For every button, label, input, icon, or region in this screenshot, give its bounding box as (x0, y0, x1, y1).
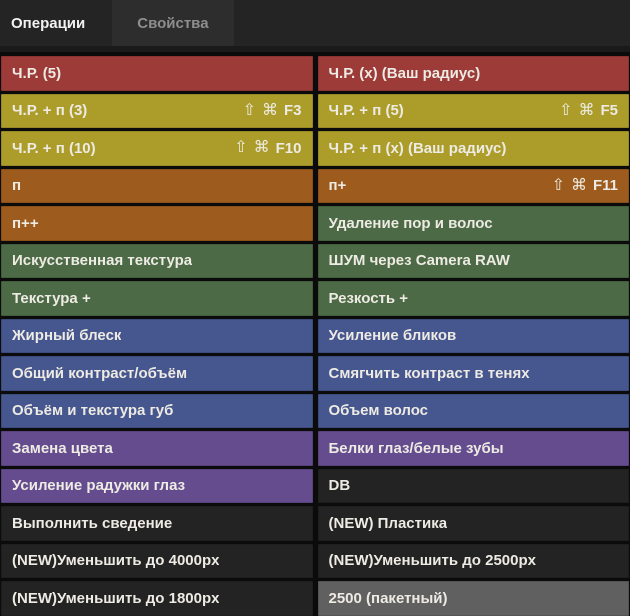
action-button[interactable]: Резкость + (318, 281, 630, 316)
action-label: Объем волос (329, 402, 429, 419)
action-label: Жирный блеск (12, 327, 121, 344)
action-label: Усиление радужки глаз (12, 477, 185, 494)
tab-properties[interactable]: Свойства (112, 0, 233, 46)
action-button[interactable]: Ч.Р. + п (5) ⇧ ⌘ F5 (318, 94, 630, 129)
action-label: Усиление бликов (329, 327, 457, 344)
action-label: Текстура + (12, 290, 91, 307)
action-label: 2500 (пакетный) (329, 590, 448, 607)
tab-bar: Операции Свойства (0, 0, 630, 46)
action-button[interactable]: п+ ⇧ ⌘ F11 (318, 169, 630, 204)
action-label: Объём и текстура губ (12, 402, 173, 419)
action-label: DB (329, 477, 351, 494)
shift-icon: ⇧ (559, 103, 572, 119)
shortcut-key: F11 (593, 177, 618, 194)
action-button[interactable]: (NEW) Пластика (318, 506, 630, 541)
action-button[interactable]: Усиление бликов (318, 319, 630, 354)
action-button[interactable]: Ч.Р. + п (10) ⇧ ⌘ F10 (1, 131, 313, 166)
action-button[interactable]: Ч.Р. (5) (1, 56, 313, 91)
action-label: Ч.Р. + п (x) (Ваш радиус) (329, 140, 507, 157)
action-label: Резкость + (329, 290, 409, 307)
action-label: ШУМ через Camera RAW (329, 252, 510, 269)
action-button[interactable]: Общий контраст/объём (1, 356, 313, 391)
action-label: Искусственная текстура (12, 252, 192, 269)
action-label: Ч.Р. + п (5) (329, 102, 404, 119)
action-label: п (12, 177, 21, 194)
action-button[interactable]: п++ (1, 206, 313, 241)
shortcut: ⇧ ⌘ F10 (234, 140, 301, 157)
action-button[interactable]: Ч.Р. + п (x) (Ваш радиус) (318, 131, 630, 166)
action-button[interactable]: 2500 (пакетный) (318, 581, 630, 616)
shortcut: ⇧ ⌘ F3 (243, 102, 302, 119)
action-label: Смягчить контраст в тенях (329, 365, 530, 382)
action-label: Общий контраст/объём (12, 365, 187, 382)
action-label: (NEW)Уменьшить до 1800px (12, 590, 219, 607)
action-button[interactable]: (NEW)Уменьшить до 1800px (1, 581, 313, 616)
shortcut-key: F5 (600, 102, 618, 119)
tab-operations[interactable]: Операции (0, 0, 112, 46)
action-button[interactable]: Объем волос (318, 394, 630, 429)
tab-operations-label: Операции (11, 15, 85, 32)
action-label: (NEW) Пластика (329, 515, 448, 532)
action-button[interactable]: Жирный блеск (1, 319, 313, 354)
command-icon: ⌘ (571, 178, 587, 194)
action-button[interactable]: Удаление пор и волос (318, 206, 630, 241)
command-icon: ⌘ (262, 103, 278, 119)
shortcut-key: F3 (284, 102, 302, 119)
shift-icon: ⇧ (243, 103, 256, 119)
action-button[interactable]: Усиление радужки глаз (1, 469, 313, 504)
tab-properties-label: Свойства (137, 15, 208, 32)
shift-icon: ⇧ (552, 178, 565, 194)
action-button[interactable]: Смягчить контраст в тенях (318, 356, 630, 391)
action-label: Выполнить сведение (12, 515, 172, 532)
action-label: Ч.Р. (5) (12, 65, 61, 82)
action-button[interactable]: (NEW)Уменьшить до 2500px (318, 544, 630, 579)
command-icon: ⌘ (578, 103, 594, 119)
action-button[interactable]: (NEW)Уменьшить до 4000px (1, 544, 313, 579)
shift-icon: ⇧ (234, 140, 247, 156)
action-label: (NEW)Уменьшить до 4000px (12, 552, 219, 569)
tabbar-divider (0, 46, 630, 52)
action-label: Ч.Р. (x) (Ваш радиус) (329, 65, 481, 82)
shortcut: ⇧ ⌘ F11 (552, 177, 618, 194)
action-button[interactable]: DB (318, 469, 630, 504)
action-label: (NEW)Уменьшить до 2500px (329, 552, 536, 569)
action-label: Белки глаз/белые зубы (329, 440, 504, 457)
action-button[interactable]: Объём и текстура губ (1, 394, 313, 429)
action-label: Замена цвета (12, 440, 113, 457)
actions-grid: Ч.Р. (5) Ч.Р. (x) (Ваш радиус) Ч.Р. + п … (0, 56, 630, 616)
action-label: Ч.Р. + п (3) (12, 102, 87, 119)
action-label: Удаление пор и волос (329, 215, 493, 232)
action-button[interactable]: Выполнить сведение (1, 506, 313, 541)
action-button[interactable]: ШУМ через Camera RAW (318, 244, 630, 279)
action-label: Ч.Р. + п (10) (12, 140, 96, 157)
action-button[interactable]: Искусственная текстура (1, 244, 313, 279)
shortcut-key: F10 (276, 140, 302, 157)
action-button[interactable]: Ч.Р. (x) (Ваш радиус) (318, 56, 630, 91)
action-button[interactable]: Текстура + (1, 281, 313, 316)
action-button[interactable]: Ч.Р. + п (3) ⇧ ⌘ F3 (1, 94, 313, 129)
command-icon: ⌘ (254, 140, 270, 156)
action-label: п++ (12, 215, 39, 232)
action-button[interactable]: п (1, 169, 313, 204)
action-label: п+ (329, 177, 347, 194)
action-button[interactable]: Белки глаз/белые зубы (318, 431, 630, 466)
action-button[interactable]: Замена цвета (1, 431, 313, 466)
shortcut: ⇧ ⌘ F5 (559, 102, 618, 119)
